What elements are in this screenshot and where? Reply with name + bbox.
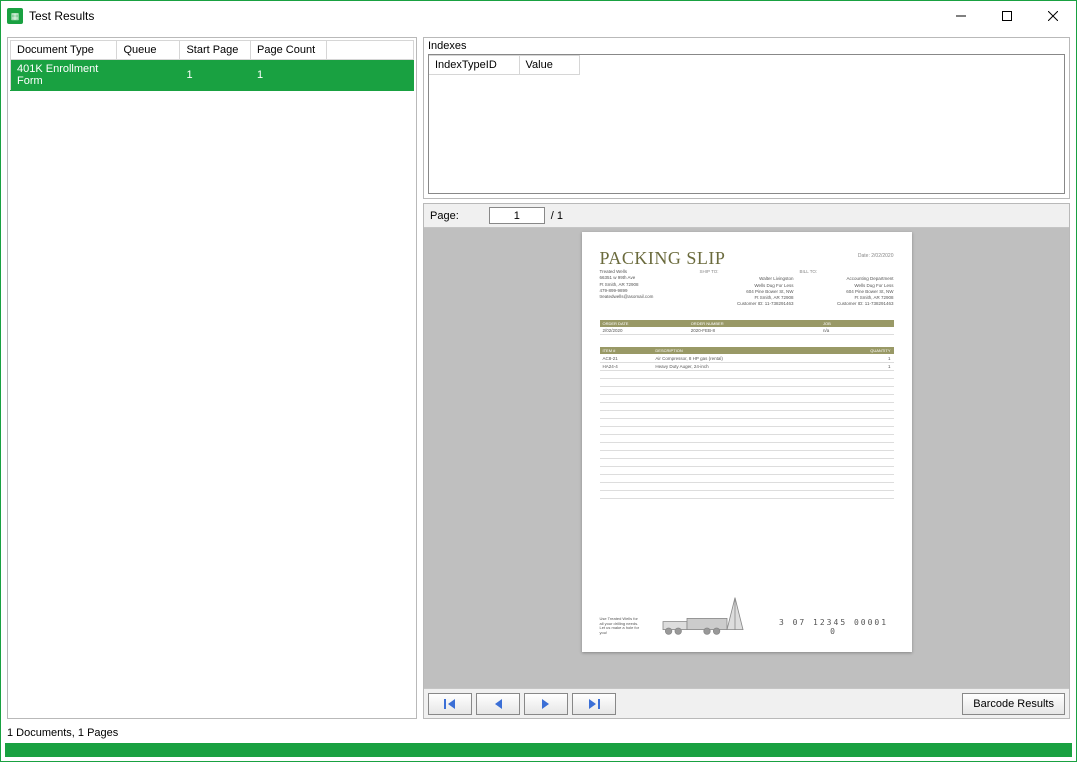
- column-value[interactable]: Value: [519, 56, 579, 75]
- next-page-button[interactable]: [524, 693, 568, 715]
- from-address: Treated Wells 66351 w 99th Ave Ft Smith,…: [600, 269, 694, 308]
- cell-doctype: 401K Enrollment Form: [11, 60, 117, 91]
- table-header-row: Document Type Queue Start Page Page Coun…: [11, 41, 414, 60]
- viewer-canvas[interactable]: PACKING SLIP Date: 2/02/2020 Treated Wel…: [424, 228, 1069, 688]
- page-label: Page:: [430, 210, 459, 222]
- motto-text: Use Treated Wells for all your drilling …: [600, 617, 640, 636]
- indexes-table[interactable]: IndexTypeID Value: [429, 55, 580, 75]
- app-icon: ▦: [7, 8, 23, 24]
- cell-queue: [117, 60, 180, 91]
- last-page-button[interactable]: [572, 693, 616, 715]
- rig-illustration: [646, 596, 768, 636]
- barcode-results-button[interactable]: Barcode Results: [962, 693, 1065, 715]
- documents-table[interactable]: Document Type Queue Start Page Page Coun…: [10, 40, 414, 91]
- table-row[interactable]: 401K Enrollment Form 1 1: [11, 60, 414, 91]
- progress-bar: [5, 743, 1072, 757]
- document-viewer: Page: / 1 PACKING SLIP Date: 2/02/2020 T…: [423, 203, 1070, 719]
- page-total: / 1: [551, 210, 563, 222]
- first-page-button[interactable]: [428, 693, 472, 715]
- indexes-label: Indexes: [424, 38, 1069, 54]
- cell-pagecount: 1: [251, 60, 414, 91]
- slip-date: Date: 2/02/2020: [600, 253, 894, 259]
- minimize-button[interactable]: [938, 1, 984, 31]
- status-text: 1 Documents, 1 Pages: [1, 725, 1076, 741]
- billto-address: BILL TO: Accounting Department Wells Dug…: [800, 269, 894, 308]
- page-input[interactable]: [489, 207, 545, 224]
- column-doctype[interactable]: Document Type: [11, 41, 117, 60]
- cell-startpage: 1: [180, 60, 251, 91]
- order-table: ORDER DATE ORDER NUMBER JOB 2/02/2020 20…: [600, 320, 894, 336]
- indexes-panel: Indexes IndexTypeID Value: [423, 37, 1070, 199]
- window-title: Test Results: [29, 9, 94, 23]
- titlebar: ▦ Test Results: [1, 1, 1076, 31]
- documents-panel: Document Type Queue Start Page Page Coun…: [7, 37, 417, 719]
- document-preview: PACKING SLIP Date: 2/02/2020 Treated Wel…: [582, 232, 912, 652]
- column-startpage[interactable]: Start Page: [180, 41, 251, 60]
- shipto-address: SHIP TO: Walter Livingston Wells Dug For…: [700, 269, 794, 308]
- maximize-button[interactable]: [984, 1, 1030, 31]
- column-queue[interactable]: Queue: [117, 41, 180, 60]
- column-indextypeid[interactable]: IndexTypeID: [429, 56, 519, 75]
- close-button[interactable]: [1030, 1, 1076, 31]
- column-pagecount[interactable]: Page Count: [251, 41, 327, 60]
- items-table: ITEM # DESCRIPTION QUANTITY AC8-21 Air C…: [600, 347, 894, 499]
- barcode: 3 07 12345 00001 0: [774, 584, 894, 636]
- prev-page-button[interactable]: [476, 693, 520, 715]
- barcode-text: 3 07 12345 00001 0: [774, 618, 894, 636]
